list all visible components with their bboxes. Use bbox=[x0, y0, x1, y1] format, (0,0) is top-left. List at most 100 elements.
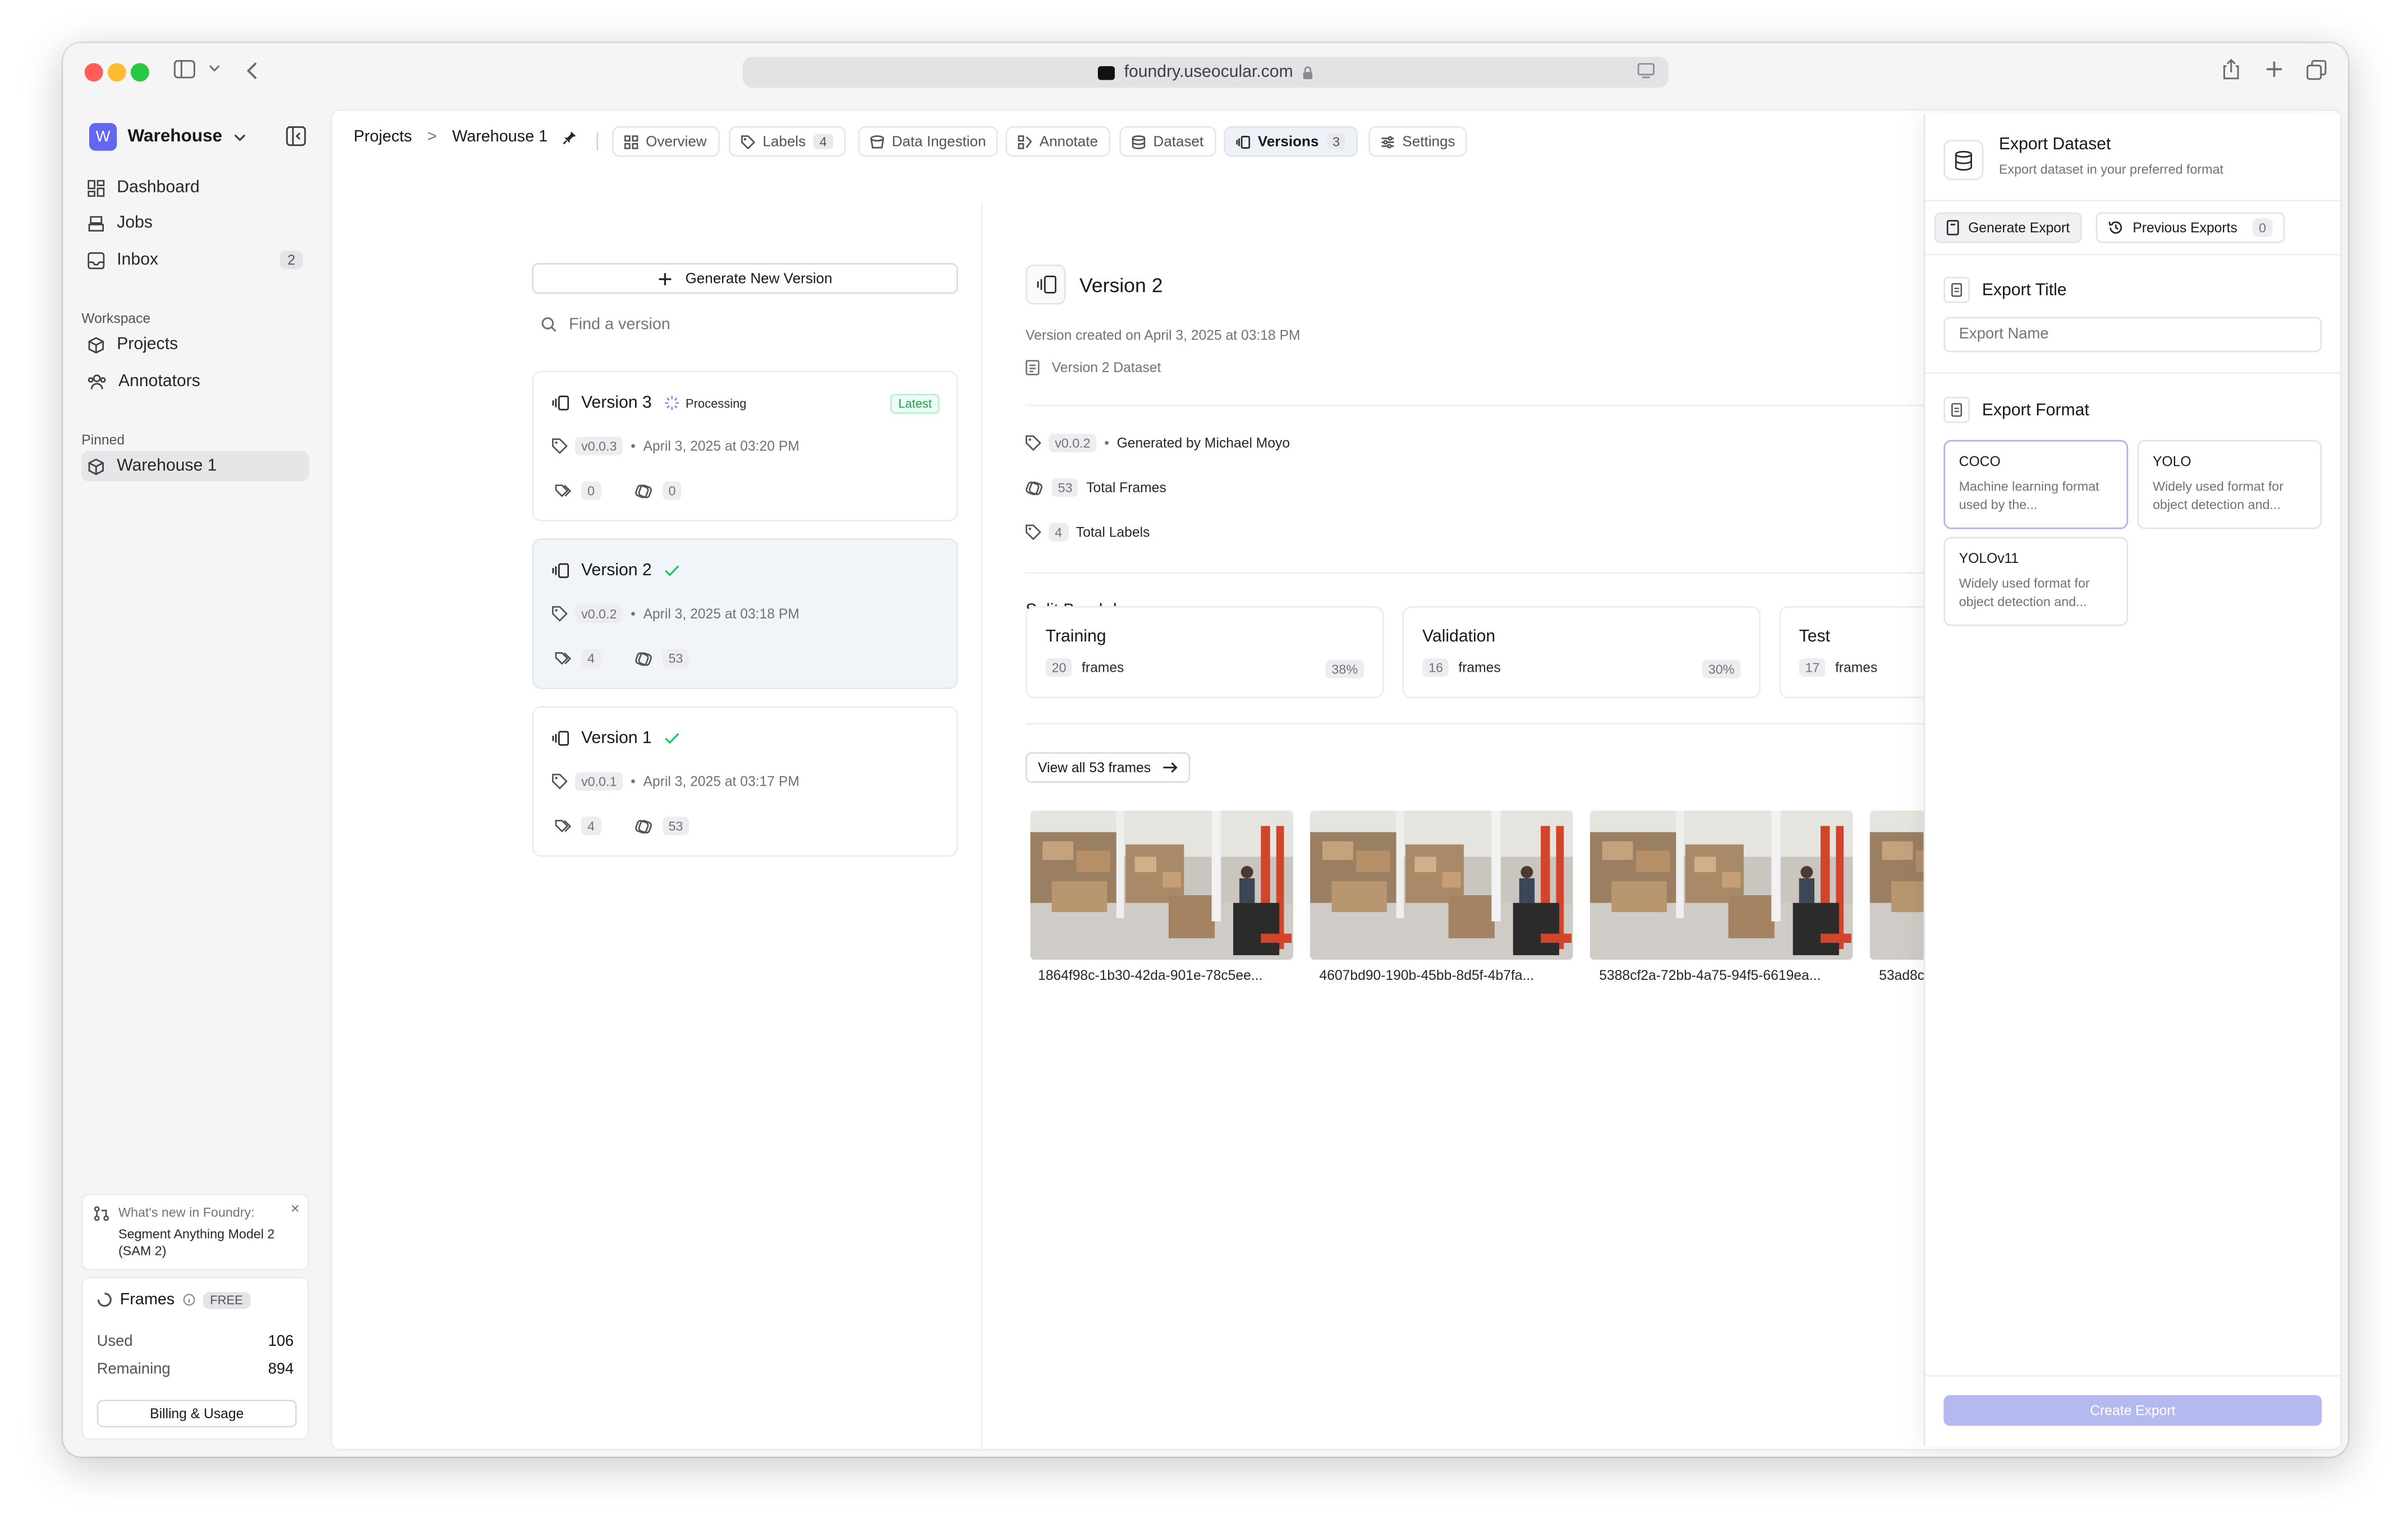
remaining-label: Remaining bbox=[96, 1361, 171, 1378]
generate-export-label: Generate Export bbox=[1968, 219, 2070, 236]
version-card-3[interactable]: Version 3 Processing Latest v0.0.3 • Apr… bbox=[532, 370, 958, 522]
generate-new-version-button[interactable]: Generate New Version bbox=[532, 263, 958, 294]
generate-export-tab[interactable]: Generate Export bbox=[1934, 212, 2083, 244]
column-divider bbox=[981, 203, 983, 1449]
versions-icon bbox=[552, 563, 569, 578]
tab-dataset[interactable]: Dataset bbox=[1119, 126, 1216, 157]
sidebar-item-label: Dashboard bbox=[117, 178, 200, 197]
breadcrumb-projects[interactable]: Projects bbox=[353, 127, 412, 146]
dot-separator: • bbox=[631, 438, 636, 454]
version-tag: v0.0.1 bbox=[575, 772, 623, 791]
pinned-section-title: Pinned bbox=[81, 432, 125, 448]
frames-count: 53 bbox=[662, 817, 690, 836]
workspace-switcher[interactable]: W Warehouse bbox=[89, 123, 245, 151]
version-card-header: Version 2 bbox=[552, 561, 679, 580]
export-panel-title: Export Dataset bbox=[1998, 135, 2111, 154]
version-date: April 3, 2025 at 03:17 PM bbox=[643, 773, 799, 789]
create-export-button[interactable]: Create Export bbox=[1943, 1395, 2322, 1426]
pin-icon[interactable] bbox=[563, 130, 577, 144]
tab-label: Labels bbox=[762, 133, 806, 150]
version-stats: 4 53 bbox=[555, 649, 690, 668]
tab-annotate[interactable]: Annotate bbox=[1005, 126, 1110, 157]
frame-thumbnail[interactable] bbox=[1030, 810, 1293, 960]
tab-data-ingestion[interactable]: Data Ingestion bbox=[858, 126, 999, 157]
back-arrow-icon[interactable] bbox=[246, 62, 259, 80]
url-bar[interactable]: foundry.useocular.com bbox=[742, 57, 1669, 88]
format-option-yolo[interactable]: YOLO Widely used format for object detec… bbox=[2137, 439, 2322, 529]
search-icon bbox=[541, 317, 557, 332]
collapse-sidebar-icon[interactable] bbox=[286, 126, 306, 146]
sidebar-toggle-icon[interactable] bbox=[173, 60, 195, 79]
tab-versions[interactable]: Versions 3 bbox=[1224, 126, 1358, 157]
frame-thumbnail[interactable] bbox=[1590, 810, 1853, 960]
sidebar-item-annotators[interactable]: Annotators bbox=[81, 366, 309, 397]
reader-icon[interactable] bbox=[1637, 63, 1655, 79]
format-option-coco[interactable]: COCO Machine learning format used by the… bbox=[1943, 439, 2129, 529]
sidebar-item-inbox[interactable]: Inbox 2 bbox=[81, 245, 309, 276]
detail-tag-row: v0.0.2 • Generated by Michael Moyo bbox=[1026, 433, 1290, 452]
version-name: Version 1 bbox=[581, 729, 652, 748]
annotate-icon bbox=[1018, 134, 1032, 149]
format-name: YOLOv11 bbox=[1959, 551, 2019, 566]
whats-new-card[interactable]: What's new in Foundry: × Segment Anythin… bbox=[81, 1193, 309, 1271]
split-frames-unit: frames bbox=[1081, 659, 1124, 676]
detail-title: Version 2 bbox=[1079, 273, 1163, 296]
export-name-input[interactable] bbox=[1943, 317, 2322, 352]
version-card-2[interactable]: Version 2 v0.0.2 • April 3, 2025 at 03:1… bbox=[532, 538, 958, 689]
minimize-window-button[interactable] bbox=[107, 63, 126, 82]
version-date: April 3, 2025 at 03:18 PM bbox=[643, 606, 799, 622]
billing-usage-button[interactable]: Billing & Usage bbox=[96, 1400, 297, 1428]
close-icon[interactable]: × bbox=[291, 1201, 300, 1218]
bucket-icon bbox=[870, 134, 884, 149]
tag-icon bbox=[1026, 435, 1041, 451]
sidebar-item-projects[interactable]: Projects bbox=[81, 329, 309, 360]
format-option-yolov11[interactable]: YOLOv11 Widely used format for object de… bbox=[1943, 537, 2129, 626]
split-frames-value: 17 bbox=[1799, 658, 1826, 677]
sidebar-item-jobs[interactable]: Jobs bbox=[81, 208, 309, 239]
version-meta: v0.0.2 • April 3, 2025 at 03:18 PM bbox=[552, 604, 799, 623]
status-text: Processing bbox=[686, 396, 747, 410]
dot-separator: • bbox=[631, 773, 636, 789]
tag-icon bbox=[1026, 524, 1041, 540]
tab-label: Overview bbox=[646, 133, 707, 150]
chevron-down-icon[interactable] bbox=[209, 65, 220, 72]
share-icon[interactable] bbox=[2222, 58, 2240, 80]
dot-separator: • bbox=[1104, 435, 1109, 451]
frame-thumbnail[interactable] bbox=[1310, 810, 1573, 960]
used-value: 106 bbox=[268, 1333, 294, 1351]
version-search[interactable] bbox=[541, 315, 877, 334]
tab-settings[interactable]: Settings bbox=[1368, 126, 1468, 157]
version-tag: v0.0.2 bbox=[575, 604, 623, 623]
previous-exports-tab[interactable]: Previous Exports 0 bbox=[2095, 212, 2285, 244]
workspace-name: Warehouse bbox=[127, 127, 223, 146]
frames-icon bbox=[635, 484, 653, 498]
labels-count: 4 bbox=[581, 817, 601, 836]
split-name: Test bbox=[1799, 627, 1830, 647]
usage-card: Frames FREE Used 106 Remaining 894 Billi… bbox=[81, 1276, 309, 1440]
tab-overview-icon[interactable] bbox=[2306, 60, 2327, 80]
version-search-input[interactable] bbox=[569, 315, 877, 334]
tab-labels[interactable]: Labels 4 bbox=[729, 126, 845, 157]
tab-label: Annotate bbox=[1039, 133, 1098, 150]
tab-overview[interactable]: Overview bbox=[612, 126, 719, 157]
version-dataset-link[interactable]: Version 2 Dataset bbox=[1026, 360, 1161, 375]
split-frames: 17 frames bbox=[1799, 658, 1877, 677]
new-tab-icon[interactable] bbox=[2265, 60, 2283, 79]
split-percent: 38% bbox=[1325, 659, 1364, 679]
version-card-header: Version 1 bbox=[552, 729, 679, 748]
version-card-1[interactable]: Version 1 v0.0.1 • April 3, 2025 at 03:1… bbox=[532, 705, 958, 857]
sidebar-item-dashboard[interactable]: Dashboard bbox=[81, 172, 309, 203]
inbox-icon bbox=[88, 251, 105, 269]
sidebar-item-warehouse-1[interactable]: Warehouse 1 bbox=[81, 451, 309, 482]
close-window-button[interactable] bbox=[84, 63, 103, 82]
document-icon bbox=[1026, 360, 1040, 375]
version-card-header: Version 3 Processing bbox=[552, 394, 747, 412]
sidebar-item-label: Annotators bbox=[118, 372, 200, 391]
workspace-section-title: Workspace bbox=[81, 310, 151, 327]
view-all-frames-button[interactable]: View all 53 frames bbox=[1026, 752, 1191, 783]
generated-by: Generated by Michael Moyo bbox=[1116, 435, 1290, 451]
info-icon[interactable] bbox=[182, 1294, 195, 1306]
breadcrumb-current[interactable]: Warehouse 1 bbox=[452, 127, 548, 146]
maximize-window-button[interactable] bbox=[130, 63, 149, 82]
divider bbox=[1925, 1375, 2341, 1377]
